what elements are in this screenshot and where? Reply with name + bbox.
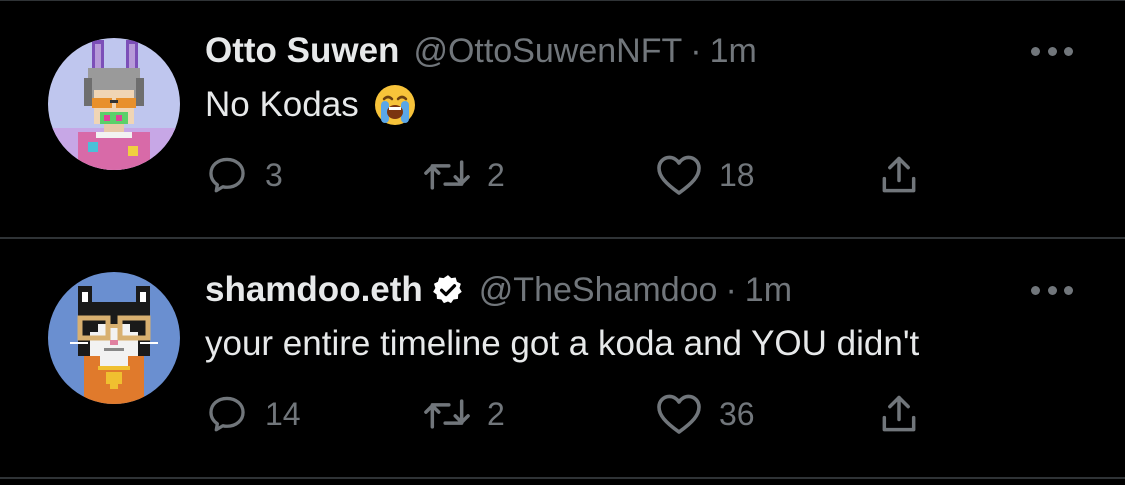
share-button[interactable]: [877, 389, 921, 439]
like-count: 36: [719, 395, 755, 432]
display-name[interactable]: Otto Suwen: [205, 31, 399, 71]
reply-button[interactable]: 3: [205, 150, 283, 200]
avatar[interactable]: [48, 38, 180, 170]
reply-button[interactable]: 14: [205, 389, 301, 439]
like-button[interactable]: 36: [655, 389, 755, 439]
retweet-icon: [424, 399, 470, 429]
more-options-icon[interactable]: [1031, 283, 1073, 297]
loudly-crying-face-icon: [373, 83, 417, 127]
more-options-icon[interactable]: [1031, 44, 1073, 58]
share-icon: [882, 395, 916, 432]
reply-icon: [209, 396, 245, 432]
tweet[interactable]: Otto Suwen @OttoSuwenNFT · 1m No Kodas 3…: [0, 0, 1125, 236]
retweet-button[interactable]: 2: [423, 389, 505, 439]
retweet-icon: [424, 160, 470, 190]
separator-dot: ·: [725, 270, 737, 309]
user-handle[interactable]: @OttoSuwenNFT: [413, 32, 682, 71]
reply-count: 14: [265, 395, 301, 432]
pixel-cat-avatar-icon: [48, 272, 180, 404]
avatar[interactable]: [48, 272, 180, 404]
timestamp[interactable]: 1m: [710, 32, 757, 71]
tweet-actions: 14 2 36: [205, 389, 965, 439]
tweet-text-content: your entire timeline got a koda and YOU …: [205, 324, 920, 363]
share-button[interactable]: [877, 150, 921, 200]
tweet-header: Otto Suwen @OttoSuwenNFT · 1m: [205, 26, 757, 76]
timestamp[interactable]: 1m: [745, 271, 792, 310]
tweet-header: shamdoo.eth @TheShamdoo · 1m: [205, 265, 792, 315]
user-handle[interactable]: @TheShamdoo: [479, 271, 718, 310]
tweet-text: No Kodas: [205, 80, 417, 130]
like-count: 18: [719, 156, 755, 193]
pixel-bunny-avatar-icon: [48, 38, 180, 170]
tweet-actions: 3 2 18: [205, 150, 965, 200]
retweet-button[interactable]: 2: [423, 150, 505, 200]
tweet-text-content: No Kodas: [205, 85, 359, 124]
retweet-count: 2: [487, 395, 505, 432]
separator-dot: ·: [690, 31, 702, 70]
heart-icon: [657, 394, 701, 434]
tweet[interactable]: shamdoo.eth @TheShamdoo · 1m your entire…: [0, 239, 1125, 475]
heart-icon: [657, 155, 701, 195]
display-name[interactable]: shamdoo.eth: [205, 270, 423, 310]
reply-count: 3: [265, 156, 283, 193]
like-button[interactable]: 18: [655, 150, 755, 200]
verified-badge-icon: [431, 273, 465, 307]
share-icon: [882, 156, 916, 193]
retweet-count: 2: [487, 156, 505, 193]
tweet-text: your entire timeline got a koda and YOU …: [205, 319, 919, 369]
reply-icon: [209, 157, 245, 193]
tweet-divider: [0, 477, 1125, 479]
